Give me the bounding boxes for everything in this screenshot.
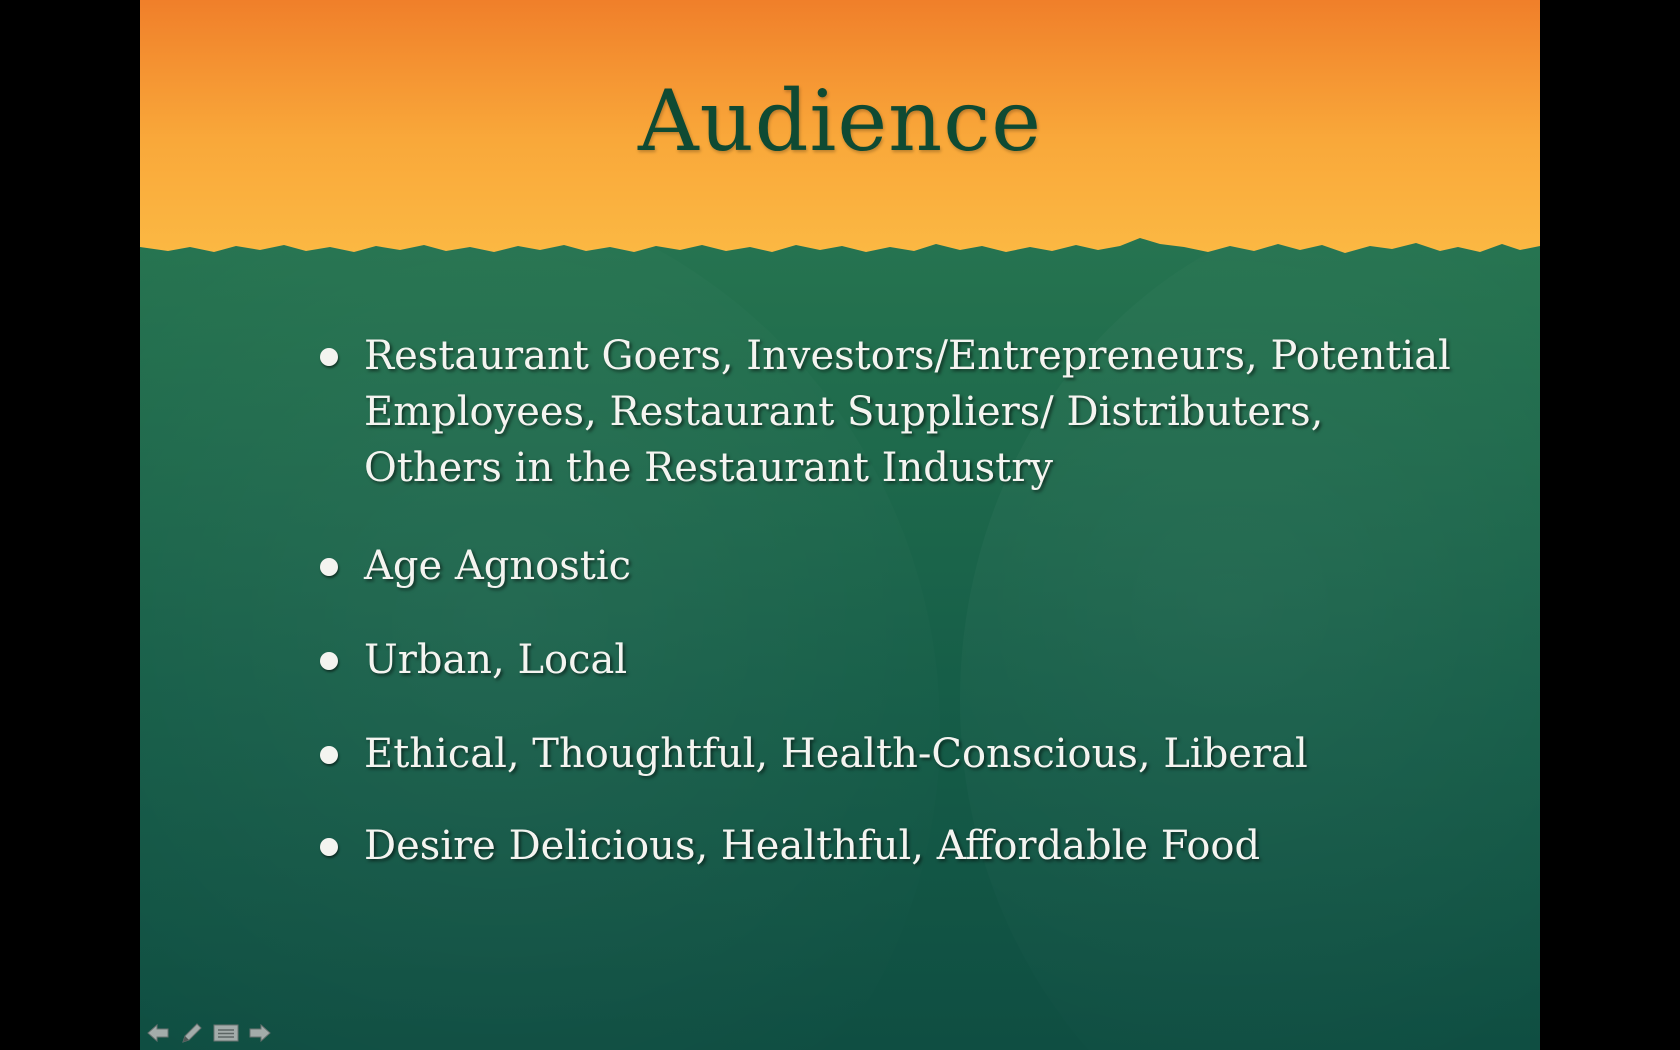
arrow-right-icon (249, 1023, 271, 1043)
bullet-item: Urban, Local (320, 632, 1460, 688)
bullet-dot-icon (320, 746, 338, 764)
slideshow-stage: Audience Restaurant Goers, Investors/Ent… (0, 0, 1680, 1050)
bullet-text: Urban, Local (364, 637, 628, 683)
slide-title: Audience (638, 72, 1042, 170)
bullet-dot-icon (320, 838, 338, 856)
bullet-text: Ethical, Thoughtful, Health-Conscious, L… (364, 731, 1308, 777)
slideshow-controls (144, 1020, 274, 1046)
arrow-left-icon (147, 1023, 169, 1043)
bullet-dot-icon (320, 348, 338, 366)
bullet-item: Ethical, Thoughtful, Health-Conscious, L… (320, 726, 1460, 782)
bullet-item: Restaurant Goers, Investors/Entrepreneur… (320, 328, 1460, 496)
bullet-text: Restaurant Goers, Investors/Entrepreneur… (364, 333, 1451, 491)
pen-tool-button[interactable] (178, 1021, 206, 1045)
next-slide-button[interactable] (246, 1021, 274, 1045)
bullet-text: Age Agnostic (364, 543, 632, 589)
previous-slide-button[interactable] (144, 1021, 172, 1045)
bullet-dot-icon (320, 652, 338, 670)
slide[interactable]: Audience Restaurant Goers, Investors/Ent… (140, 0, 1540, 1050)
menu-icon (213, 1024, 239, 1042)
bullet-dot-icon (320, 558, 338, 576)
bullet-text: Desire Delicious, Healthful, Affordable … (364, 823, 1261, 869)
bullet-item: Desire Delicious, Healthful, Affordable … (320, 818, 1460, 874)
bullet-list: Restaurant Goers, Investors/Entrepreneur… (320, 328, 1460, 914)
pen-icon (182, 1023, 202, 1043)
slide-menu-button[interactable] (212, 1021, 240, 1045)
bullet-item: Age Agnostic (320, 538, 1460, 594)
